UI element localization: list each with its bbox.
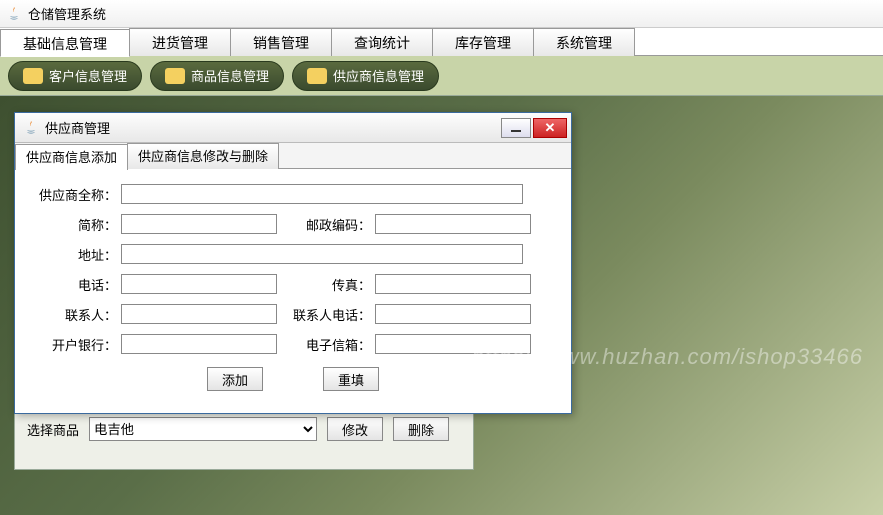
toolbar: 客户信息管理 商品信息管理 供应商信息管理 [0, 56, 883, 96]
add-button[interactable]: 添加 [207, 367, 263, 391]
label-bank: 开户银行： [31, 335, 121, 354]
main-window: 仓储管理系统 基础信息管理 进货管理 销售管理 查询统计 库存管理 系统管理 客… [0, 0, 883, 515]
fullname-input[interactable] [121, 184, 523, 204]
label-contact: 联系人： [31, 305, 121, 324]
supplier-form: 供应商全称： 简称： 邮政编码： 地址： 电话： 传真： 联系人： 联系人电话： 开户… [15, 169, 571, 401]
zip-input[interactable] [375, 214, 531, 234]
fax-input[interactable] [375, 274, 531, 294]
address-input[interactable] [121, 244, 523, 264]
dialog-titlebar[interactable]: 供应商管理 ✕ [15, 113, 571, 143]
tab-inventory[interactable]: 库存管理 [432, 28, 534, 56]
shortname-input[interactable] [121, 214, 277, 234]
label-zip: 邮政编码： [277, 215, 375, 234]
tab-supplier-add[interactable]: 供应商信息添加 [15, 144, 128, 170]
product-select[interactable]: 电吉他 [89, 417, 317, 441]
app-title: 仓储管理系统 [28, 4, 106, 23]
contact-input[interactable] [121, 304, 277, 324]
people-icon [23, 68, 43, 84]
reset-button[interactable]: 重填 [323, 367, 379, 391]
minimize-button[interactable] [501, 118, 531, 138]
close-button[interactable]: ✕ [533, 118, 567, 138]
label-short: 简称： [31, 215, 121, 234]
main-tabs: 基础信息管理 进货管理 销售管理 查询统计 库存管理 系统管理 [0, 28, 883, 56]
contact-phone-input[interactable] [375, 304, 531, 324]
dialog-tabs: 供应商信息添加 供应商信息修改与删除 [15, 143, 571, 169]
label-email: 电子信箱： [277, 335, 375, 354]
main-titlebar: 仓储管理系统 [0, 0, 883, 28]
dialog-title: 供应商管理 [45, 118, 110, 137]
modify-button[interactable]: 修改 [327, 417, 383, 441]
select-product-label: 选择商品 [27, 420, 79, 439]
tab-supplier-edit[interactable]: 供应商信息修改与删除 [127, 143, 279, 169]
customer-info-button[interactable]: 客户信息管理 [8, 61, 142, 91]
label-fullname: 供应商全称： [31, 185, 121, 204]
label-fax: 传真： [277, 275, 375, 294]
box-icon [165, 68, 185, 84]
java-icon [23, 120, 39, 136]
supplier-dialog: 供应商管理 ✕ 供应商信息添加 供应商信息修改与删除 供应商全称： 简称： 邮政编… [14, 112, 572, 414]
tab-purchase[interactable]: 进货管理 [129, 28, 231, 56]
tab-basic-info[interactable]: 基础信息管理 [0, 29, 130, 57]
label-phone: 电话： [31, 275, 121, 294]
close-icon: ✕ [545, 120, 556, 136]
tab-query[interactable]: 查询统计 [331, 28, 433, 56]
label-contact-phone: 联系人电话： [277, 305, 375, 324]
tab-sales[interactable]: 销售管理 [230, 28, 332, 56]
java-icon [6, 6, 22, 22]
supplier-info-button[interactable]: 供应商信息管理 [292, 61, 439, 91]
truck-icon [307, 68, 327, 84]
email-input[interactable] [375, 334, 531, 354]
label-address: 地址： [31, 245, 121, 264]
phone-input[interactable] [121, 274, 277, 294]
delete-button[interactable]: 删除 [393, 417, 449, 441]
minimize-icon [511, 123, 521, 133]
bank-input[interactable] [121, 334, 277, 354]
tab-system[interactable]: 系统管理 [533, 28, 635, 56]
product-info-button[interactable]: 商品信息管理 [150, 61, 284, 91]
